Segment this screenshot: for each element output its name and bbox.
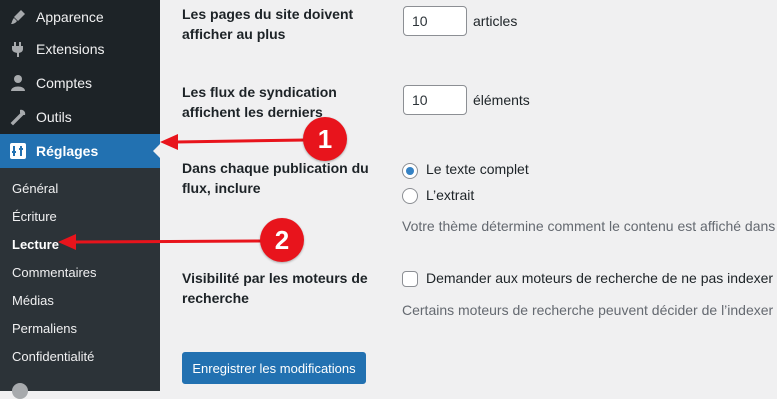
settings-submenu: Général Écriture Lecture Commentaires Mé… — [0, 168, 160, 391]
settings-icon — [8, 141, 28, 161]
sidebar-item-settings[interactable]: Réglages — [0, 134, 161, 168]
full-text-radio[interactable] — [402, 163, 418, 179]
active-indicator — [153, 143, 161, 159]
search-visibility-description: Certains moteurs de recherche peuvent dé… — [402, 302, 777, 318]
sidebar-item-label: Comptes — [36, 75, 93, 91]
submenu-item-discussion[interactable]: Commentaires — [12, 263, 97, 283]
full-text-label[interactable]: Le texte complet — [426, 159, 529, 179]
submenu-item-reading[interactable]: Lecture — [12, 235, 59, 255]
discourage-search-label[interactable]: Demander aux moteurs de recherche de ne … — [426, 268, 777, 288]
sidebar-item-extensions[interactable]: Extensions — [0, 32, 160, 66]
sidebar-item-appearance[interactable]: Apparence — [0, 0, 160, 34]
posts-per-page-unit: articles — [473, 13, 518, 29]
plugin-icon — [8, 39, 28, 59]
submenu-item-permalinks[interactable]: Permaliens — [12, 319, 77, 339]
annotation-badge-1: 1 — [303, 117, 347, 161]
submenu-item-media[interactable]: Médias — [12, 291, 54, 311]
sidebar-item-users[interactable]: Comptes — [0, 66, 160, 100]
arrow-to-settings-head — [160, 134, 178, 150]
sidebar-item-label: Apparence — [36, 9, 104, 25]
excerpt-radio[interactable] — [402, 188, 418, 204]
discourage-search-checkbox[interactable] — [402, 271, 418, 287]
posts-per-rss-unit: éléments — [473, 92, 530, 108]
wrench-icon — [8, 107, 28, 127]
posts-per-page-label: Les pages du site doivent afficher au pl… — [182, 6, 354, 42]
submenu-item-privacy[interactable]: Confidentialité — [12, 347, 94, 367]
submenu-item-writing[interactable]: Écriture — [12, 207, 57, 227]
arrow-to-settings — [175, 138, 307, 144]
sidebar-item-tools[interactable]: Outils — [0, 100, 160, 134]
search-visibility-label: Visibilité par les moteurs de recherche — [182, 270, 368, 306]
rss-content-label: Dans chaque publication du flux, inclure — [182, 160, 369, 196]
submenu-item-general[interactable]: Général — [12, 179, 58, 199]
admin-sidebar: Apparence Extensions Comptes Outils Régl… — [0, 0, 161, 399]
posts-per-rss-label: Les flux de syndication affichent les de… — [182, 84, 337, 120]
posts-per-page-input[interactable] — [403, 6, 467, 36]
save-changes-button[interactable]: Enregistrer les modifications — [182, 352, 366, 384]
excerpt-label[interactable]: L’extrait — [426, 185, 474, 205]
user-icon — [8, 73, 28, 93]
brush-icon — [8, 7, 28, 27]
posts-per-rss-input[interactable] — [403, 85, 467, 115]
collapse-menu-icon[interactable] — [12, 383, 28, 399]
rss-content-description: Votre thème détermine comment le contenu… — [402, 218, 776, 234]
sidebar-item-label: Outils — [36, 109, 72, 125]
sidebar-item-label: Réglages — [36, 143, 99, 159]
annotation-badge-2: 2 — [260, 218, 304, 262]
sidebar-item-label: Extensions — [36, 41, 105, 57]
